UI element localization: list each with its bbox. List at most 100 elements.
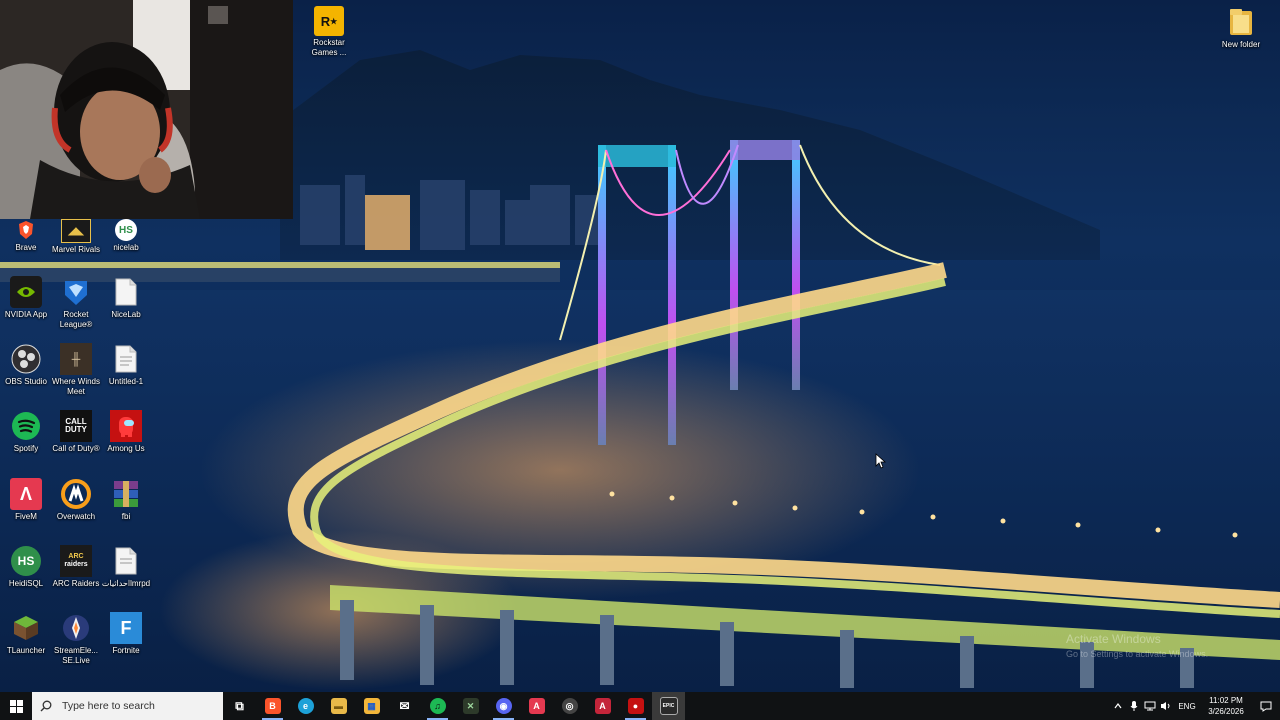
desktop-icon-fortnite[interactable]: F Fortnite [100, 612, 152, 656]
desktop-icon-obs[interactable]: OBS Studio [0, 343, 52, 387]
taskbar-among-us[interactable]: ● [619, 692, 652, 720]
taskbar-epic-games[interactable]: EPIC [652, 692, 685, 720]
desktop-icon-label: StreamEle... SE.Live [53, 646, 98, 665]
network-tray-button[interactable] [1142, 692, 1158, 720]
where-winds-meet-icon: ╫ [60, 343, 92, 375]
taskbar-brave[interactable]: B [256, 692, 289, 720]
taskbar: Type here to search ⧉ B e ▬ ▦ ✉ ♫ ✕ ◉ A … [0, 692, 1280, 720]
file-icon [110, 343, 142, 375]
marvel-rivals-icon: ◢◣ [61, 219, 91, 243]
epic-games-icon: EPIC [659, 697, 678, 715]
desktop-icon-brave[interactable]: Brave [0, 219, 52, 253]
volume-tray-button[interactable] [1158, 692, 1174, 720]
file-icon [110, 276, 142, 308]
desktop-icon-marvel-rivals[interactable]: ◢◣ Marvel Rivals [50, 219, 102, 255]
taskbar-store[interactable]: ▦ [355, 692, 388, 720]
spotify-icon [10, 410, 42, 442]
desktop-icon-new-folder[interactable]: New folder [1215, 6, 1267, 50]
heidisql-icon: HS [10, 545, 42, 577]
desktop-icon-where-winds-meet[interactable]: ╫ Where Winds Meet [50, 343, 102, 397]
desktop-icon-label: fbi [121, 512, 131, 521]
desktop-icon-label: Spotify [13, 444, 39, 453]
network-icon [1144, 701, 1156, 711]
notification-center-button[interactable] [1252, 701, 1280, 712]
app-a-icon: A [528, 698, 545, 714]
show-hidden-icons-button[interactable] [1110, 692, 1126, 720]
rocket-league-icon [60, 276, 92, 308]
heidisql-icon: HS [110, 219, 142, 241]
taskbar-xbox[interactable]: ✕ [454, 692, 487, 720]
desktop-icon-among-us[interactable]: Among Us [100, 410, 152, 454]
windows-logo-icon [9, 699, 23, 713]
desktop-icon-label: Overwatch [56, 512, 96, 521]
start-button[interactable] [0, 692, 32, 720]
desktop-icon-call-of-duty[interactable]: CALL DUTY Call of Duty® [50, 410, 102, 454]
microphone-tray-button[interactable] [1126, 692, 1142, 720]
desktop-icon-untitled[interactable]: Untitled-1 [100, 343, 152, 387]
desktop-icon-spotify[interactable]: Spotify [0, 410, 52, 454]
among-us-icon: ● [627, 698, 644, 714]
desktop-icon-overwatch[interactable]: Overwatch [50, 478, 102, 522]
xbox-icon: ✕ [462, 698, 479, 714]
brave-icon [10, 219, 42, 241]
desktop-icon-arabic-file[interactable]: احداثياتlmrpd [100, 545, 152, 589]
fortnite-icon: F [110, 612, 142, 644]
watermark-title: Activate Windows [1066, 632, 1161, 646]
desktop-icon-label: TLauncher [6, 646, 46, 655]
chevron-up-icon [1114, 703, 1122, 709]
winrar-icon [110, 478, 142, 510]
taskbar-app-a[interactable]: A [520, 692, 553, 720]
rockstar-icon: R ★ [314, 6, 344, 36]
desktop-icon-tlauncher[interactable]: TLauncher [0, 612, 52, 656]
among-us-icon [110, 410, 142, 442]
desktop-icon-heidisql[interactable]: HS HeidiSQL [0, 545, 52, 589]
taskbar-discord[interactable]: ◉ [487, 692, 520, 720]
desktop-icon-label: Among Us [107, 444, 145, 453]
desktop-icon-fbi[interactable]: fbi [100, 478, 152, 522]
desktop-icon-label: NVIDIA App [4, 310, 48, 319]
taskbar-search-box[interactable]: Type here to search [32, 692, 223, 720]
desktop-icon-fivem[interactable]: Λ FiveM [0, 478, 52, 522]
taskbar-task-view[interactable]: ⧉ [223, 692, 256, 720]
desktop-icon-label: New folder [1221, 40, 1261, 49]
desktop-icon-label: Rockstar Games ... [311, 38, 347, 57]
desktop-icon-rocket-league[interactable]: Rocket League® [50, 276, 102, 330]
desktop-icon-label: Rocket League® [59, 310, 93, 329]
nvidia-icon [10, 276, 42, 308]
taskbar-fivem[interactable]: A [586, 692, 619, 720]
overwatch-icon: ◎ [561, 698, 578, 714]
store-icon: ▦ [363, 698, 380, 714]
taskbar-edge[interactable]: e [289, 692, 322, 720]
clock-time: 11:02 PM [1209, 696, 1243, 705]
desktop-icon-label: OBS Studio [5, 377, 47, 386]
webcam-overlay [0, 0, 293, 219]
taskbar-spotify[interactable]: ♫ [421, 692, 454, 720]
taskbar-mail[interactable]: ✉ [388, 692, 421, 720]
task-view-icon: ⧉ [235, 698, 244, 713]
system-tray: ENG 11:02 PM 3/26/2026 [1110, 692, 1280, 720]
desktop-icon-nicelab-file[interactable]: NiceLab [100, 276, 152, 320]
desktop-icon-label: احداثياتlmrpd [101, 579, 151, 588]
search-placeholder: Type here to search [62, 700, 155, 712]
desktop-icon-label: ARC Raiders [52, 579, 100, 588]
discord-icon: ◉ [495, 698, 512, 714]
activate-windows-watermark: Activate Windows Go to Settings to activ… [1066, 632, 1266, 659]
fivem-icon: A [594, 698, 611, 714]
desktop-icon-label: Fortnite [112, 646, 140, 655]
desktop-icon-arc-raiders[interactable]: ARC raiders ARC Raiders [50, 545, 102, 589]
fivem-icon: Λ [10, 478, 42, 510]
desktop-icon-label: FiveM [15, 512, 37, 521]
folder-icon [1225, 6, 1257, 38]
desktop-icon-nicelab-heidisql[interactable]: HS nicelab [100, 219, 152, 253]
desktop-icon-rockstar[interactable]: R ★ Rockstar Games ... [303, 6, 355, 58]
desktop-icon-streamelements[interactable]: StreamEle... SE.Live [50, 612, 102, 666]
taskbar-file-explorer[interactable]: ▬ [322, 692, 355, 720]
brave-icon: B [264, 698, 281, 714]
desktop-icon-nvidia[interactable]: NVIDIA App [0, 276, 52, 320]
desktop-icon-label: Call of Duty® [52, 444, 100, 453]
streamelements-icon [60, 612, 92, 644]
input-language-indicator[interactable]: ENG [1174, 702, 1200, 711]
mail-icon: ✉ [399, 699, 410, 713]
taskbar-overwatch[interactable]: ◎ [553, 692, 586, 720]
taskbar-clock[interactable]: 11:02 PM 3/26/2026 [1200, 695, 1252, 717]
